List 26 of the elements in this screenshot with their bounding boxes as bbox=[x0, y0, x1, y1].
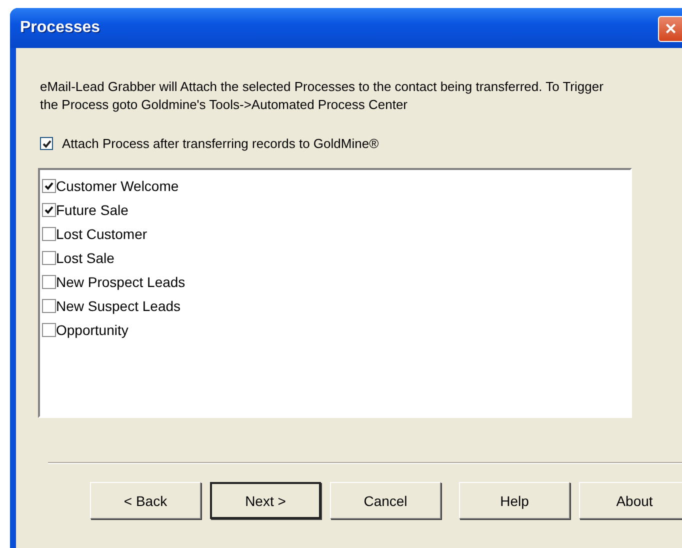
window-title: Processes bbox=[20, 19, 100, 37]
checkbox[interactable] bbox=[42, 251, 56, 265]
checkbox[interactable] bbox=[42, 203, 56, 217]
list-item[interactable]: Future Sale bbox=[56, 202, 128, 218]
list-item[interactable]: New Prospect Leads bbox=[56, 274, 186, 290]
dialog-button[interactable]: < Back bbox=[90, 482, 201, 519]
dialog-button[interactable]: About bbox=[579, 482, 682, 519]
list-item[interactable]: Opportunity bbox=[56, 322, 128, 338]
checkbox[interactable] bbox=[40, 137, 53, 150]
dialog-button[interactable]: Cancel bbox=[330, 482, 441, 519]
checkbox[interactable] bbox=[42, 179, 56, 193]
list-item[interactable]: Lost Sale bbox=[56, 250, 114, 266]
dialog-button[interactable]: Help bbox=[459, 482, 570, 519]
checkbox[interactable] bbox=[42, 275, 56, 289]
list-item[interactable]: New Suspect Leads bbox=[56, 298, 181, 314]
dialog-button[interactable]: Next > bbox=[210, 482, 321, 519]
list-item[interactable]: Customer Welcome bbox=[56, 178, 179, 194]
list-item[interactable]: Lost Customer bbox=[56, 226, 148, 242]
checkbox[interactable] bbox=[42, 299, 56, 313]
checkbox-label: Attach Process after transferring records to GoldMine® bbox=[62, 136, 379, 151]
check-icon bbox=[44, 205, 54, 215]
description-text: eMail-Lead Grabber will Attach the selected Processes to the contact being transferred. To Trigger the Process goto Goldmine's Tools->Automated Process Center bbox=[40, 78, 604, 114]
checkbox[interactable] bbox=[42, 227, 56, 241]
check-icon bbox=[42, 138, 52, 148]
check-icon bbox=[44, 181, 54, 191]
checkbox[interactable] bbox=[42, 323, 56, 337]
